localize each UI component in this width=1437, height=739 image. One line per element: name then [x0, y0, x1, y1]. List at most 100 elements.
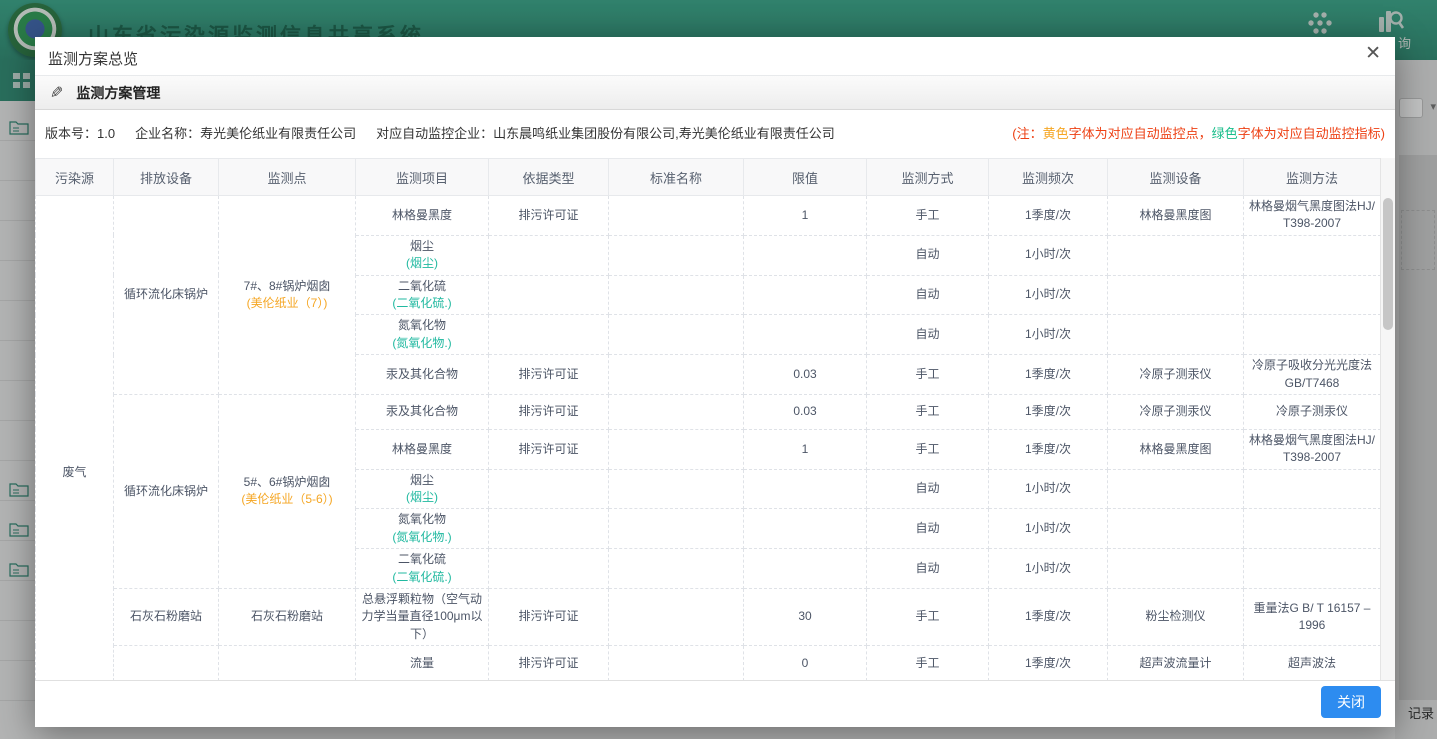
table-cell: 循环流化床锅炉	[114, 394, 219, 588]
table-cell: 7#、8#锅炉烟囱(美伦纸业（7）)	[219, 196, 356, 395]
table-cell: 自动	[867, 235, 989, 275]
table-cell	[609, 646, 744, 681]
table-cell: 1	[744, 196, 867, 236]
table-cell: 排污许可证	[489, 196, 609, 236]
table-cell: 总悬浮颗粒物（空气动力学当量直径100μm以下）	[356, 589, 489, 646]
table-cell: 林格曼烟气黑度图法HJ/T398-2007	[1244, 196, 1381, 236]
table-cell: 废气	[36, 196, 114, 682]
table-cell	[1244, 235, 1381, 275]
section-title: 监测方案管理	[76, 83, 160, 103]
section-bar: ✎ 监测方案管理	[35, 76, 1395, 110]
table-cell	[1108, 509, 1244, 549]
table-cell	[489, 509, 609, 549]
table-cell: 5#、6#锅炉烟囱(美伦纸业（5-6）)	[219, 394, 356, 588]
table-cell	[609, 469, 744, 509]
table-cell: 1小时/次	[989, 469, 1108, 509]
table-scrollbar[interactable]	[1380, 158, 1395, 681]
column-header: 监测设备	[1108, 159, 1244, 196]
table-cell: 汞及其化合物	[356, 355, 489, 395]
plan-table-header-row: 污染源排放设备监测点监测项目依据类型标准名称限值监测方式监测频次监测设备监测方法	[36, 159, 1381, 196]
table-cell	[1244, 315, 1381, 355]
table-cell: 1季度/次	[989, 196, 1108, 236]
table-cell	[1108, 235, 1244, 275]
table-cell: 烟尘(烟尘)	[356, 235, 489, 275]
close-button[interactable]: 关闭	[1321, 686, 1381, 718]
color-legend-note: (注：黄色字体为对应自动监控点，绿色字体为对应自动监控指标)	[1012, 123, 1385, 142]
table-cell	[609, 589, 744, 646]
table-cell: 排污许可证	[489, 646, 609, 681]
table-cell	[489, 549, 609, 589]
table-row: 流量排污许可证0手工1季度/次超声波流量计超声波法	[36, 646, 1381, 681]
note-part: 字体为对应自动监控点，	[1069, 126, 1212, 141]
table-cell: 手工	[867, 196, 989, 236]
table-cell: 氮氧化物(氮氧化物.)	[356, 509, 489, 549]
table-cell: 二氧化硫(二氧化硫.)	[356, 549, 489, 589]
table-row: 废气循环流化床锅炉7#、8#锅炉烟囱(美伦纸业（7）)林格曼黑度排污许可证1手工…	[36, 196, 1381, 236]
column-header: 标准名称	[609, 159, 744, 196]
table-cell: 手工	[867, 646, 989, 681]
table-cell: 1季度/次	[989, 394, 1108, 429]
table-cell	[609, 196, 744, 236]
table-cell: 流量	[356, 646, 489, 681]
table-cell	[609, 429, 744, 469]
note-part-yellow: 黄色	[1043, 126, 1069, 141]
table-cell	[609, 275, 744, 315]
column-header: 监测项目	[356, 159, 489, 196]
info-row: 版本号：1.0 企业名称：寿光美伦纸业有限责任公司 对应自动监控企业：山东晨鸣纸…	[35, 110, 1395, 158]
table-cell: 林格曼黑度图	[1108, 429, 1244, 469]
table-cell: 1小时/次	[989, 275, 1108, 315]
table-cell: 1小时/次	[989, 235, 1108, 275]
table-cell: 手工	[867, 429, 989, 469]
table-cell: 1小时/次	[989, 549, 1108, 589]
table-scrollbar-thumb[interactable]	[1383, 198, 1393, 330]
table-cell: 重量法G B/ T 16157 – 1996	[1244, 589, 1381, 646]
table-cell: 排污许可证	[489, 589, 609, 646]
table-cell	[1244, 275, 1381, 315]
table-cell	[1244, 549, 1381, 589]
column-header: 监测频次	[989, 159, 1108, 196]
table-cell: 手工	[867, 394, 989, 429]
table-cell: 1季度/次	[989, 646, 1108, 681]
table-cell	[114, 646, 219, 681]
table-cell: 自动	[867, 315, 989, 355]
table-cell	[609, 235, 744, 275]
table-cell: 手工	[867, 355, 989, 395]
table-cell: 0.03	[744, 394, 867, 429]
table-cell: 0.03	[744, 355, 867, 395]
table-cell	[609, 549, 744, 589]
table-cell: 自动	[867, 275, 989, 315]
column-header: 监测点	[219, 159, 356, 196]
table-cell	[1108, 549, 1244, 589]
plan-table-viewport: 污染源排放设备监测点监测项目依据类型标准名称限值监测方式监测频次监测设备监测方法…	[35, 158, 1395, 681]
table-cell: 自动	[867, 509, 989, 549]
column-header: 监测方法	[1244, 159, 1381, 196]
table-cell	[744, 469, 867, 509]
table-cell: 30	[744, 589, 867, 646]
column-header: 依据类型	[489, 159, 609, 196]
table-cell: 冷原子测汞仪	[1108, 355, 1244, 395]
table-cell	[744, 509, 867, 549]
table-cell: 排污许可证	[489, 394, 609, 429]
table-cell	[609, 355, 744, 395]
auto-company-text: 对应自动监控企业：山东晨鸣纸业集团股份有限公司,寿光美伦纸业有限责任公司	[376, 123, 835, 142]
plan-table: 污染源排放设备监测点监测项目依据类型标准名称限值监测方式监测频次监测设备监测方法…	[35, 158, 1381, 681]
table-cell	[489, 275, 609, 315]
table-cell	[609, 509, 744, 549]
table-cell: 石灰石粉磨站	[219, 589, 356, 646]
version-text: 版本号：1.0	[45, 123, 115, 142]
note-part-green: 绿色	[1212, 126, 1238, 141]
column-header: 限值	[744, 159, 867, 196]
table-cell	[1244, 509, 1381, 549]
table-cell	[1108, 275, 1244, 315]
modal-footer: 关闭	[35, 681, 1395, 727]
table-cell: 林格曼黑度	[356, 429, 489, 469]
close-icon[interactable]: ✕	[1365, 44, 1381, 63]
table-cell	[489, 469, 609, 509]
table-cell: 烟尘(烟尘)	[356, 469, 489, 509]
table-row: 石灰石粉磨站石灰石粉磨站总悬浮颗粒物（空气动力学当量直径100μm以下）排污许可…	[36, 589, 1381, 646]
table-cell: 自动	[867, 549, 989, 589]
table-cell	[219, 646, 356, 681]
table-cell: 循环流化床锅炉	[114, 196, 219, 395]
table-cell	[1244, 469, 1381, 509]
table-cell: 林格曼烟气黑度图法HJ/T398-2007	[1244, 429, 1381, 469]
